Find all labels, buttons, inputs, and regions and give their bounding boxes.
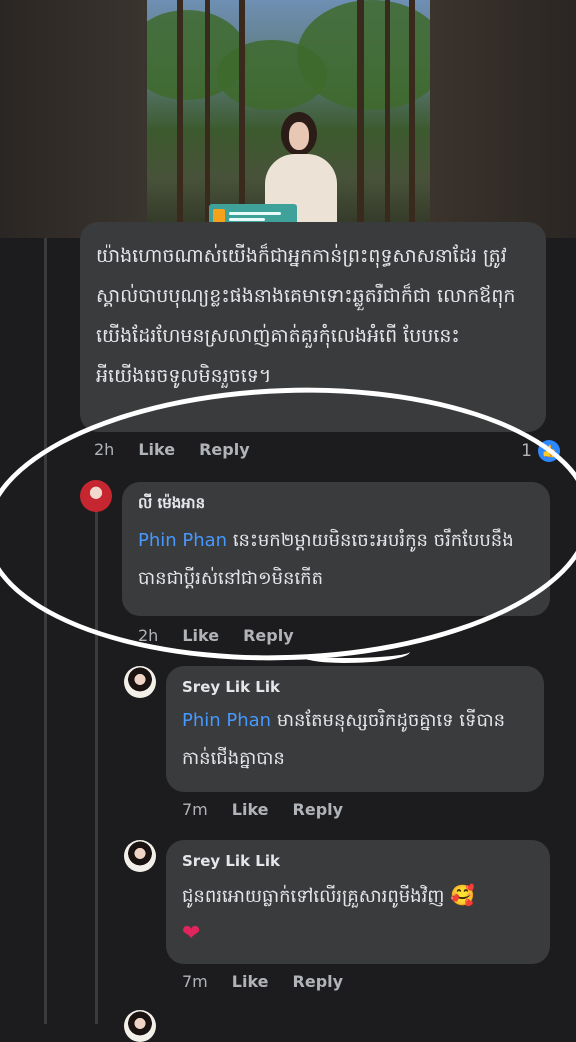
reply-bubble[interactable]: Srey Lik Lik ជូនពរអោយធ្លាក់ទៅលើរគ្រួសារព… [166,840,550,964]
smiling-face-hearts-icon: 🥰 [450,883,476,907]
reply-body: ជូនពរអោយធ្លាក់ទៅលើរគ្រួសារពូមីងវិញ [182,886,445,907]
highlight-circle-tail [300,644,410,663]
tree-foliage [217,40,327,110]
watermark-text [229,211,281,221]
comment-time: 7m [182,972,208,991]
person-face [289,122,309,150]
comment-time: 7m [182,800,208,819]
thread-connector [44,238,47,1024]
like-button[interactable]: Like [232,972,269,991]
tree-trunk [357,0,364,238]
reply-actions: 7m Like Reply [182,800,343,819]
tree-trunk [205,0,210,238]
tree-trunk [239,0,245,238]
mention-link[interactable]: Phin Phan [182,710,271,731]
reply-bubble[interactable]: Srey Lik Lik Phin Phan មានតែមនុស្សចរិកដូ… [166,666,544,792]
avatar[interactable] [124,1010,156,1042]
reply-text: Phin Phan មានតែមនុស្សចរិកដូចគ្នាទេ ទើបាន… [182,702,528,778]
post-photo[interactable] [147,0,430,238]
avatar[interactable] [124,666,156,698]
reply-button[interactable]: Reply [293,972,344,991]
reply-actions: 7m Like Reply [182,972,343,991]
avatar[interactable] [124,840,156,872]
tree-trunk [409,0,415,238]
reply-text: ជូនពរអោយធ្លាក់ទៅលើរគ្រួសារពូមីងវិញ 🥰 ❤ [182,876,534,954]
tree-trunk [177,0,183,238]
tree-trunk [385,0,390,238]
like-button[interactable]: Like [232,800,269,819]
main-comment-text: យ៉ាងហោចណាស់យើងក៏ជាអ្នកកាន់ព្រះពុទ្ធសាសនា… [96,245,516,387]
comment-author[interactable]: Srey Lik Lik [182,852,534,870]
comment-author[interactable]: Srey Lik Lik [182,678,528,696]
reply-button[interactable]: Reply [293,800,344,819]
heart-icon: ❤ [182,921,201,946]
flag-icon [213,209,225,223]
